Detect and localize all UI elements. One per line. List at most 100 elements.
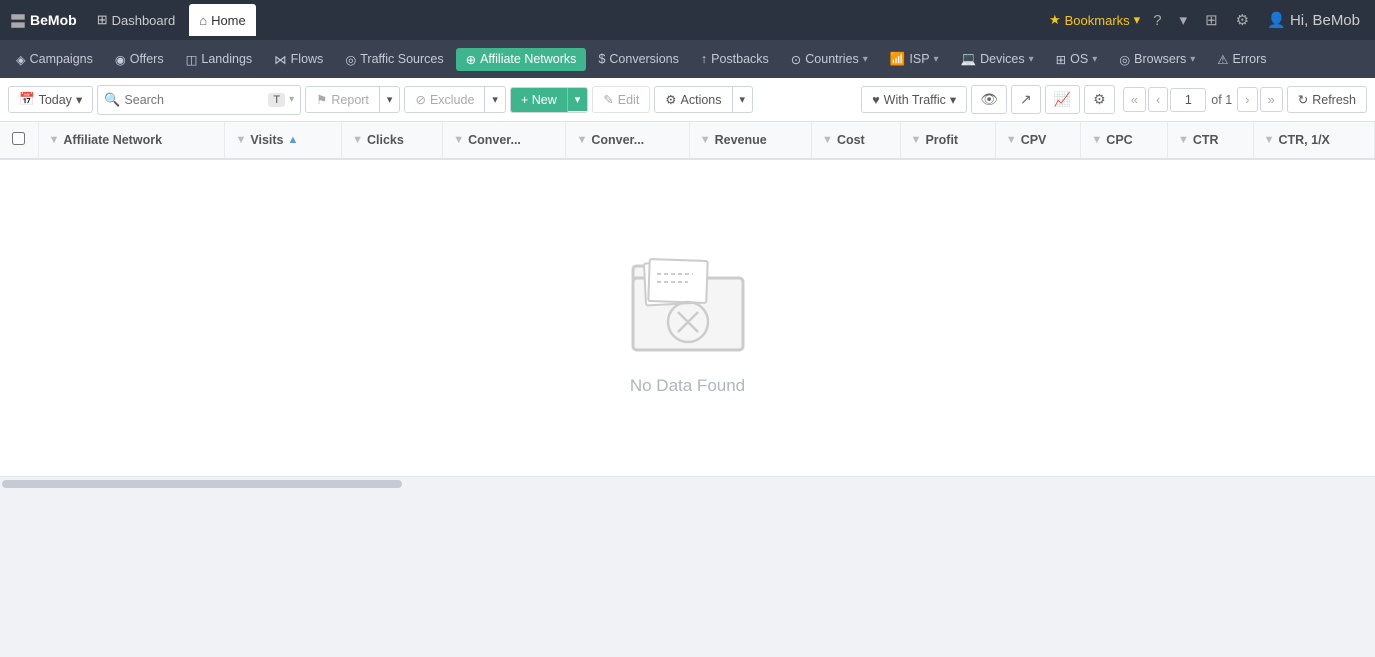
th-visits[interactable]: ▼ Visits ▲ bbox=[225, 122, 342, 159]
sidebar-item-errors[interactable]: ⚠ Errors bbox=[1207, 48, 1276, 71]
offers-icon: ◉ bbox=[115, 52, 126, 67]
column-settings-button[interactable]: ⚙ bbox=[1084, 85, 1115, 114]
new-button[interactable]: + New bbox=[511, 88, 568, 112]
browsers-chevron-icon: ▾ bbox=[1190, 54, 1195, 65]
home-tab-label: Home bbox=[211, 13, 246, 28]
os-label: OS bbox=[1070, 52, 1088, 66]
next-page-button[interactable]: › bbox=[1237, 87, 1257, 112]
edit-button[interactable]: ✎ Edit bbox=[592, 86, 650, 113]
page-number-input[interactable] bbox=[1170, 88, 1206, 112]
sidebar-item-os[interactable]: ⊞ OS ▾ bbox=[1046, 48, 1108, 71]
actions-button[interactable]: ⚙ Actions bbox=[655, 87, 732, 112]
th-clicks-label: Clicks bbox=[367, 133, 404, 147]
devices-label: Devices bbox=[980, 52, 1024, 66]
actions-dropdown-button[interactable]: ▾ bbox=[733, 88, 753, 111]
sidebar-item-campaigns[interactable]: ◈ Campaigns bbox=[6, 48, 103, 71]
sidebar-item-devices[interactable]: 💻 Devices ▾ bbox=[951, 48, 1044, 71]
exclude-button[interactable]: ⊘ Exclude bbox=[405, 87, 485, 112]
sidebar-item-postbacks[interactable]: ↑ Postbacks bbox=[691, 48, 779, 70]
isp-icon: 📶 bbox=[890, 52, 906, 67]
user-menu[interactable]: 👤 Hi, BeMob bbox=[1262, 9, 1365, 31]
search-type-badge[interactable]: T bbox=[268, 93, 285, 107]
export-button[interactable]: ↗ bbox=[1011, 85, 1041, 114]
user-label: Hi, BeMob bbox=[1290, 12, 1360, 29]
prev-page-button[interactable]: ‹ bbox=[1148, 87, 1168, 112]
sidebar-item-isp[interactable]: 📶 ISP ▾ bbox=[880, 48, 949, 71]
th-conversions2[interactable]: ▼ Conver... bbox=[566, 122, 689, 159]
search-box[interactable]: 🔍 T ▾ bbox=[97, 85, 301, 115]
sidebar-item-traffic-sources[interactable]: ◎ Traffic Sources bbox=[335, 48, 453, 71]
browsers-label: Browsers bbox=[1134, 52, 1186, 66]
filter-profit-icon: ▼ bbox=[911, 134, 922, 146]
grid-button[interactable]: ⊞ bbox=[1200, 9, 1223, 31]
th-clicks[interactable]: ▼ Clicks bbox=[342, 122, 443, 159]
search-input[interactable] bbox=[124, 93, 264, 107]
flows-label: Flows bbox=[291, 52, 324, 66]
bookmarks-button[interactable]: ★ Bookmarks ▾ bbox=[1049, 12, 1140, 28]
sidebar-item-offers[interactable]: ◉ Offers bbox=[105, 48, 174, 71]
new-dropdown-button[interactable]: ▾ bbox=[568, 88, 588, 111]
filter-conv1-icon: ▼ bbox=[453, 134, 464, 146]
app-logo[interactable]: 〓 BeMob bbox=[10, 8, 77, 32]
devices-chevron-icon: ▾ bbox=[1029, 54, 1034, 65]
chart-button[interactable]: 📈 bbox=[1045, 85, 1080, 114]
th-ctr1x[interactable]: ▼ CTR, 1/X bbox=[1253, 122, 1374, 159]
filter-conv2-icon: ▼ bbox=[576, 134, 587, 146]
th-cpv[interactable]: ▼ CPV bbox=[995, 122, 1081, 159]
th-cpc[interactable]: ▼ CPC bbox=[1081, 122, 1168, 159]
sidebar-item-landings[interactable]: ◫ Landings bbox=[176, 48, 263, 71]
th-cost[interactable]: ▼ Cost bbox=[812, 122, 901, 159]
dashboard-tab-icon: ⊞ bbox=[97, 12, 108, 28]
th-ctr[interactable]: ▼ CTR bbox=[1167, 122, 1253, 159]
scroll-thumb[interactable] bbox=[2, 480, 402, 488]
today-button[interactable]: 📅 Today ▾ bbox=[8, 86, 93, 113]
th-conversions1[interactable]: ▼ Conver... bbox=[443, 122, 566, 159]
last-page-button[interactable]: » bbox=[1260, 87, 1283, 112]
affiliate-networks-label: Affiliate Networks bbox=[480, 52, 576, 66]
countries-label: Countries bbox=[805, 52, 859, 66]
sidebar-item-browsers[interactable]: ◎ Browsers ▾ bbox=[1109, 48, 1205, 71]
notifications-button[interactable]: ▾ bbox=[1175, 9, 1193, 31]
report-dropdown-button[interactable]: ▾ bbox=[380, 88, 400, 111]
affiliate-networks-table: ▼ Affiliate Network ▼ Visits ▲ ▼ Clicks bbox=[0, 122, 1375, 160]
th-revenue[interactable]: ▼ Revenue bbox=[689, 122, 811, 159]
sidebar-item-conversions[interactable]: $ Conversions bbox=[588, 48, 688, 70]
select-all-checkbox[interactable] bbox=[12, 132, 25, 145]
filter-visits-icon: ▼ bbox=[235, 134, 246, 146]
th-checkbox bbox=[0, 122, 38, 159]
landings-label: Landings bbox=[201, 52, 252, 66]
errors-label: Errors bbox=[1233, 52, 1267, 66]
tab-home[interactable]: ⌂ Home bbox=[189, 4, 256, 36]
refresh-button[interactable]: ↻ Refresh bbox=[1287, 86, 1367, 113]
with-traffic-button[interactable]: ♥ With Traffic ▾ bbox=[861, 86, 967, 113]
search-chevron-icon[interactable]: ▾ bbox=[289, 94, 294, 105]
help-button[interactable]: ? bbox=[1148, 10, 1166, 31]
sidebar-item-countries[interactable]: ⊙ Countries ▾ bbox=[781, 48, 878, 71]
landings-icon: ◫ bbox=[186, 52, 198, 67]
visibility-button[interactable]: 👁 bbox=[971, 85, 1007, 114]
os-icon: ⊞ bbox=[1056, 52, 1066, 67]
th-profit-label: Profit bbox=[925, 133, 958, 147]
report-button[interactable]: ⚑ Report bbox=[306, 87, 380, 112]
th-visits-label: Visits bbox=[250, 133, 283, 147]
sidebar-item-affiliate-networks[interactable]: ⊕ Affiliate Networks bbox=[456, 48, 587, 71]
sidebar-item-flows[interactable]: ⋈ Flows bbox=[264, 48, 333, 71]
exclude-dropdown-button[interactable]: ▾ bbox=[485, 88, 505, 111]
with-traffic-label: With Traffic bbox=[884, 93, 946, 107]
settings-button[interactable]: ⚙ bbox=[1231, 9, 1254, 31]
first-page-button[interactable]: « bbox=[1123, 87, 1146, 112]
filter-revenue-icon: ▼ bbox=[700, 134, 711, 146]
horizontal-scrollbar[interactable] bbox=[0, 476, 1375, 490]
user-icon: 👤 bbox=[1267, 12, 1286, 29]
th-affiliate-network[interactable]: ▼ Affiliate Network bbox=[38, 122, 225, 159]
new-split-button: + New ▾ bbox=[510, 87, 588, 113]
no-data-text: No Data Found bbox=[630, 376, 745, 396]
conversions-label: Conversions bbox=[609, 52, 678, 66]
os-chevron-icon: ▾ bbox=[1092, 54, 1097, 65]
th-profit[interactable]: ▼ Profit bbox=[900, 122, 995, 159]
top-navigation: 〓 BeMob ⊞ Dashboard ⌂ Home ★ Bookmarks ▾… bbox=[0, 0, 1375, 40]
refresh-icon: ↻ bbox=[1298, 92, 1308, 107]
table-header-row: ▼ Affiliate Network ▼ Visits ▲ ▼ Clicks bbox=[0, 122, 1375, 159]
countries-chevron-icon: ▾ bbox=[863, 54, 868, 65]
tab-dashboard[interactable]: ⊞ Dashboard bbox=[87, 4, 186, 36]
